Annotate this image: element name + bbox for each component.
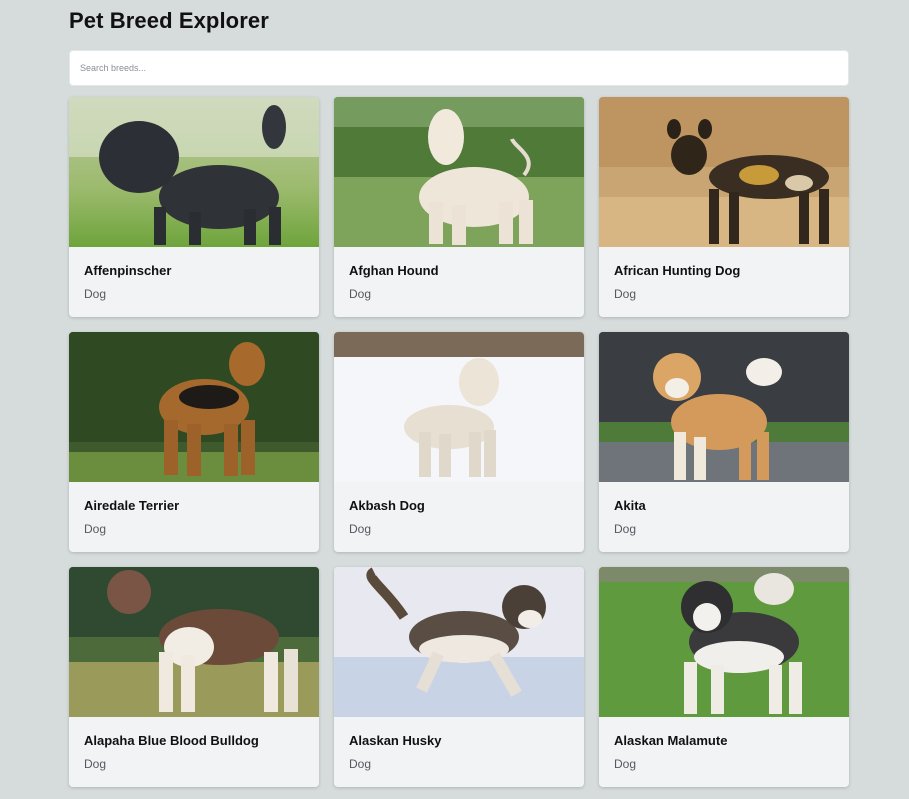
breed-photo (599, 97, 849, 247)
breed-photo (69, 567, 319, 717)
breed-name: Alaskan Malamute (614, 733, 728, 748)
breed-card[interactable]: African Hunting Dog Dog (599, 97, 849, 317)
breed-name: Airedale Terrier (84, 498, 180, 513)
card-body: African Hunting Dog Dog (599, 247, 849, 302)
breed-photo (69, 97, 319, 247)
breed-type: Dog (614, 287, 637, 301)
card-body: Akita Dog (599, 482, 849, 537)
breed-card[interactable]: Akbash Dog Dog (334, 332, 584, 552)
breed-photo (599, 567, 849, 717)
breed-type: Dog (349, 287, 372, 301)
breed-photo (334, 97, 584, 247)
card-body: Alaskan Husky Dog (334, 717, 584, 772)
card-body: Alapaha Blue Blood Bulldog Dog (69, 717, 319, 772)
breed-card[interactable]: Alapaha Blue Blood Bulldog Dog (69, 567, 319, 787)
breed-type: Dog (84, 287, 107, 301)
card-body: Affenpinscher Dog (69, 247, 319, 302)
breed-name: Akita (614, 498, 646, 513)
card-body: Akbash Dog Dog (334, 482, 584, 537)
breed-name: Alapaha Blue Blood Bulldog (84, 733, 259, 748)
card-body: Airedale Terrier Dog (69, 482, 319, 537)
page-title: Pet Breed Explorer (69, 8, 269, 33)
breed-type: Dog (84, 522, 107, 536)
card-body: Alaskan Malamute Dog (599, 717, 849, 772)
breed-card[interactable]: Airedale Terrier Dog (69, 332, 319, 552)
breed-type: Dog (614, 757, 637, 771)
breed-photo (334, 332, 584, 482)
breed-photo (599, 332, 849, 482)
breed-card[interactable]: Alaskan Husky Dog (334, 567, 584, 787)
breed-type: Dog (349, 757, 372, 771)
breed-grid: Affenpinscher Dog Afghan Hound Dog Afric… (69, 97, 849, 787)
breed-photo (69, 332, 319, 482)
breed-card[interactable]: Alaskan Malamute Dog (599, 567, 849, 787)
breed-photo (334, 567, 584, 717)
breed-name: African Hunting Dog (614, 263, 741, 278)
breed-card[interactable]: Akita Dog (599, 332, 849, 552)
breed-card[interactable]: Affenpinscher Dog (69, 97, 319, 317)
breed-name: Afghan Hound (349, 263, 439, 278)
breed-type: Dog (614, 522, 637, 536)
breed-name: Alaskan Husky (349, 733, 442, 748)
breed-type: Dog (84, 757, 107, 771)
breed-card[interactable]: Afghan Hound Dog (334, 97, 584, 317)
card-body: Afghan Hound Dog (334, 247, 584, 302)
search-input[interactable] (69, 50, 849, 86)
breed-type: Dog (349, 522, 372, 536)
breed-name: Affenpinscher (84, 263, 172, 278)
breed-name: Akbash Dog (349, 498, 425, 513)
